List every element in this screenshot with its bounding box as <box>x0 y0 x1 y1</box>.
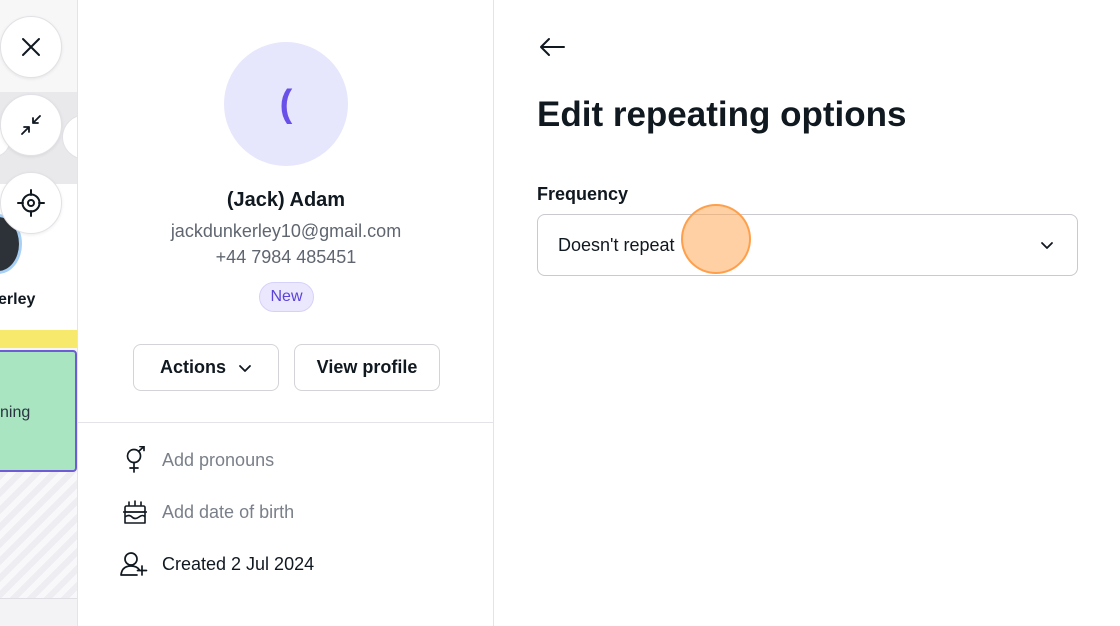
actions-label: Actions <box>159 357 226 377</box>
app-window: erley ning ( (Jack) Adam jackdunkerley10… <box>0 0 1120 626</box>
calendar-footer <box>0 598 77 626</box>
client-phone: +44 7984 485451 <box>215 247 357 267</box>
cake-icon <box>120 497 150 527</box>
chevron-down-icon <box>1037 235 1057 255</box>
pronouns-label: Add pronouns <box>162 449 275 470</box>
calendar-strip: erley ning <box>0 0 78 626</box>
page-title: Edit repeating options <box>537 95 907 134</box>
actions-button[interactable]: Actions <box>133 344 279 391</box>
avatar-initial: ( <box>279 82 293 125</box>
chevron-down-icon <box>239 364 251 372</box>
minimize-icon <box>21 115 41 135</box>
add-pronouns-row[interactable]: Add pronouns <box>120 444 274 476</box>
view-profile-label: View profile <box>316 357 418 377</box>
user-add-icon <box>120 549 150 579</box>
frequency-select[interactable]: Doesn't repeat <box>537 214 1078 276</box>
minimize-button[interactable] <box>0 94 62 156</box>
created-row: Created 2 Jul 2024 <box>120 548 314 580</box>
staff-name: erley <box>0 291 36 308</box>
add-date-of-birth-row[interactable]: Add date of birth <box>120 496 294 528</box>
gender-icon <box>120 445 150 475</box>
arrow-left-icon <box>540 38 565 56</box>
crosshair-icon <box>17 189 45 217</box>
time-indicator <box>0 330 77 348</box>
client-email: jackdunkerley10@gmail.com <box>170 221 402 241</box>
appointment-label: ning <box>0 404 31 421</box>
status-badge: New <box>259 282 314 312</box>
close-icon <box>22 38 40 56</box>
client-name: (Jack) Adam <box>226 189 346 211</box>
blocked-time <box>0 472 77 598</box>
created-label: Created 2 Jul 2024 <box>162 553 315 574</box>
frequency-value: Doesn't repeat <box>558 234 675 255</box>
divider <box>78 422 494 423</box>
date-of-birth-label: Add date of birth <box>162 501 295 522</box>
client-panel: ( (Jack) Adam jackdunkerley10@gmail.com … <box>78 0 494 626</box>
frequency-label: Frequency <box>537 184 629 204</box>
back-button[interactable] <box>535 30 569 64</box>
close-button[interactable] <box>0 16 62 78</box>
view-profile-button[interactable]: View profile <box>294 344 440 391</box>
locate-button[interactable] <box>0 172 62 234</box>
edit-repeating-panel: Edit repeating options Frequency Doesn't… <box>495 0 1120 626</box>
client-avatar: ( <box>224 42 348 166</box>
